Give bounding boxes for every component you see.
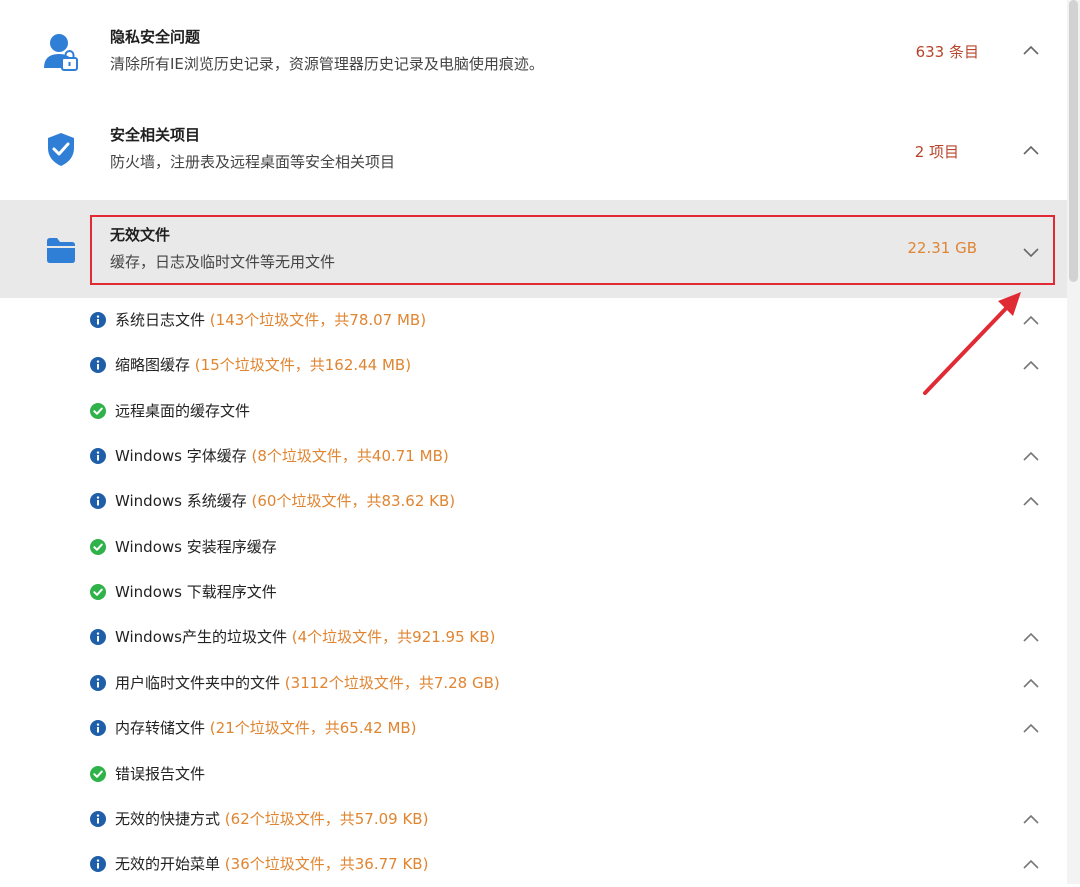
category-desc: 清除所有IE浏览历史记录，资源管理器历史记录及电脑使用痕迹。 bbox=[110, 55, 544, 73]
chevron-up-icon[interactable] bbox=[1022, 314, 1040, 326]
item-detail: (4个垃圾文件，共921.95 KB) bbox=[291, 628, 496, 646]
category-privacy[interactable]: 隐私安全问题 清除所有IE浏览历史记录，资源管理器历史记录及电脑使用痕迹。 63… bbox=[0, 0, 1067, 98]
category-title: 隐私安全问题 bbox=[110, 28, 201, 46]
item-name: 用户临时文件夹中的文件 bbox=[115, 674, 281, 692]
category-title: 安全相关项目 bbox=[110, 126, 201, 144]
category-security[interactable]: 安全相关项目 防火墙，注册表及远程桌面等安全相关项目 2 项目 bbox=[0, 100, 1067, 198]
item-name: Windows 系统缓存 bbox=[115, 492, 247, 510]
chevron-up-icon[interactable] bbox=[1022, 858, 1040, 870]
chevron-up-icon[interactable] bbox=[1022, 631, 1040, 643]
item-name: Windows 下载程序文件 bbox=[115, 583, 277, 601]
chevron-up-icon[interactable] bbox=[1022, 722, 1040, 734]
item-detail: (8个垃圾文件，共40.71 MB) bbox=[251, 447, 449, 465]
item-detail: (60个垃圾文件，共83.62 KB) bbox=[251, 492, 456, 510]
item-name: 系统日志文件 bbox=[115, 311, 206, 329]
category-desc: 防火墙，注册表及远程桌面等安全相关项目 bbox=[110, 153, 396, 171]
list-item[interactable]: Windows 安装程序缓存 bbox=[0, 525, 1067, 570]
chevron-up-icon[interactable] bbox=[1022, 359, 1040, 371]
chevron-up-icon[interactable] bbox=[1022, 495, 1040, 507]
category-invalid-files[interactable]: 无效文件 缓存，日志及临时文件等无用文件 22.31 GB bbox=[0, 200, 1067, 298]
item-detail: (62个垃圾文件，共57.09 KB) bbox=[224, 810, 429, 828]
item-name: Windows 安装程序缓存 bbox=[115, 538, 277, 556]
list-item[interactable]: Windows 字体缓存 (8个垃圾文件，共40.71 MB) bbox=[0, 434, 1067, 479]
list-item[interactable]: 内存转储文件 (21个垃圾文件，共65.42 MB) bbox=[0, 706, 1067, 751]
chevron-up-icon[interactable] bbox=[1022, 450, 1040, 462]
user-lock-icon bbox=[42, 32, 80, 72]
item-name: Windows 字体缓存 bbox=[115, 447, 247, 465]
item-name: 远程桌面的缓存文件 bbox=[115, 402, 251, 420]
check-circle-icon bbox=[90, 403, 106, 419]
item-detail: (21个垃圾文件，共65.42 MB) bbox=[209, 719, 417, 737]
item-name: 缩略图缓存 bbox=[115, 356, 191, 374]
info-icon bbox=[90, 448, 106, 464]
chevron-up-icon[interactable] bbox=[1022, 44, 1040, 56]
list-item[interactable]: 缩略图缓存 (15个垃圾文件，共162.44 MB) bbox=[0, 343, 1067, 388]
item-name: Windows产生的垃圾文件 bbox=[115, 628, 287, 646]
check-circle-icon bbox=[90, 584, 106, 600]
item-name: 内存转储文件 bbox=[115, 719, 206, 737]
category-count: 2 项目 bbox=[914, 143, 959, 161]
item-detail: (3112个垃圾文件，共7.28 GB) bbox=[284, 674, 500, 692]
check-circle-icon bbox=[90, 766, 106, 782]
list-item[interactable]: Windows 系统缓存 (60个垃圾文件，共83.62 KB) bbox=[0, 479, 1067, 524]
chevron-up-icon[interactable] bbox=[1022, 677, 1040, 689]
list-item[interactable]: 错误报告文件 bbox=[0, 752, 1067, 797]
shield-check-icon bbox=[46, 132, 84, 172]
info-icon bbox=[90, 312, 106, 328]
item-detail: (36个垃圾文件，共36.77 KB) bbox=[224, 855, 429, 873]
folder-icon bbox=[46, 236, 84, 276]
category-desc: 缓存，日志及临时文件等无用文件 bbox=[110, 253, 336, 271]
info-icon bbox=[90, 357, 106, 373]
list-item[interactable]: 系统日志文件 (143个垃圾文件，共78.07 MB) bbox=[0, 298, 1067, 343]
item-name: 无效的开始菜单 bbox=[115, 855, 221, 873]
item-detail: (15个垃圾文件，共162.44 MB) bbox=[194, 356, 412, 374]
list-item[interactable]: 用户临时文件夹中的文件 (3112个垃圾文件，共7.28 GB) bbox=[0, 661, 1067, 706]
info-icon bbox=[90, 493, 106, 509]
list-item[interactable]: 无效的快捷方式 (62个垃圾文件，共57.09 KB) bbox=[0, 797, 1067, 842]
category-title: 无效文件 bbox=[110, 226, 171, 244]
list-item[interactable]: 远程桌面的缓存文件 bbox=[0, 389, 1067, 434]
chevron-up-icon[interactable] bbox=[1022, 813, 1040, 825]
chevron-up-icon[interactable] bbox=[1022, 144, 1040, 156]
info-icon bbox=[90, 720, 106, 736]
info-icon bbox=[90, 675, 106, 691]
item-detail: (143个垃圾文件，共78.07 MB) bbox=[209, 311, 427, 329]
info-icon bbox=[90, 856, 106, 872]
list-item[interactable]: Windows 下载程序文件 bbox=[0, 570, 1067, 615]
item-name: 无效的快捷方式 bbox=[115, 810, 221, 828]
check-circle-icon bbox=[90, 539, 106, 555]
item-name: 错误报告文件 bbox=[115, 765, 206, 783]
scrollbar-thumb[interactable] bbox=[1069, 0, 1078, 282]
list-item[interactable]: Windows产生的垃圾文件 (4个垃圾文件，共921.95 KB) bbox=[0, 615, 1067, 660]
list-item[interactable]: 无效的开始菜单 (36个垃圾文件，共36.77 KB) bbox=[0, 842, 1067, 887]
category-count: 633 条目 bbox=[915, 43, 979, 61]
category-count: 22.31 GB bbox=[907, 239, 977, 257]
info-icon bbox=[90, 629, 106, 645]
chevron-down-icon[interactable] bbox=[1022, 246, 1040, 258]
info-icon bbox=[90, 811, 106, 827]
